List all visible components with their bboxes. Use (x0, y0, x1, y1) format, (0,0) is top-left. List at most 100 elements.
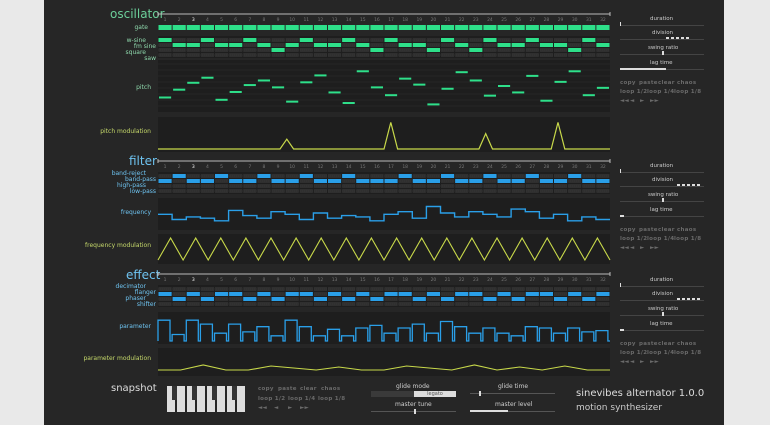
filter-type-cell[interactable] (215, 174, 229, 178)
effect-type-cell[interactable] (596, 302, 610, 306)
osc-type-cell[interactable] (229, 53, 243, 57)
effect-type-cell[interactable] (158, 292, 172, 296)
effect-type-cell[interactable] (200, 302, 214, 306)
effect-type-cell[interactable] (582, 287, 596, 291)
osc-type-cell[interactable] (356, 53, 370, 57)
filter-type-cell[interactable] (356, 179, 370, 183)
effect-type-cell[interactable] (497, 297, 511, 301)
effect-type-cell[interactable] (469, 292, 483, 296)
effect-type-cell[interactable] (172, 287, 186, 291)
osc-type-cell[interactable] (384, 48, 398, 52)
effect-type-cell[interactable] (271, 287, 285, 291)
side-clear-button[interactable]: clear (658, 80, 675, 86)
filter-type-cell[interactable] (172, 189, 186, 193)
osc-type-cell[interactable] (229, 38, 243, 42)
side-paste-button[interactable]: paste (639, 341, 658, 347)
osc-type-cell[interactable] (186, 38, 200, 42)
pitch-step-bar[interactable] (356, 70, 369, 73)
effect-type-cell[interactable] (186, 287, 200, 291)
filter-type-cell[interactable] (285, 184, 299, 188)
filter-type-cell[interactable] (342, 184, 356, 188)
filter-type-cell[interactable] (215, 179, 229, 183)
osc-type-cell[interactable] (328, 38, 342, 42)
osc-gate-cell[interactable] (229, 25, 243, 30)
snap-fastforward-button[interactable]: ►► (300, 405, 309, 411)
osc-gate-cell[interactable] (554, 25, 568, 30)
master-level-fill[interactable] (470, 410, 509, 412)
effect-type-cell[interactable] (313, 287, 327, 291)
side-paste-button[interactable]: paste (639, 80, 658, 86)
osc-type-cell[interactable] (582, 48, 596, 52)
osc-type-cell[interactable] (328, 48, 342, 52)
osc-type-cell[interactable] (200, 43, 214, 47)
pitch-step-bar[interactable] (441, 87, 454, 90)
pitch-step-bar[interactable] (215, 98, 228, 101)
effect-type-cell[interactable] (426, 292, 440, 296)
filter-type-cell[interactable] (285, 179, 299, 183)
duration-marker[interactable] (620, 169, 621, 173)
effect-type-cell[interactable] (426, 302, 440, 306)
osc-type-cell[interactable] (554, 43, 568, 47)
osc-type-cell[interactable] (243, 53, 257, 57)
lag-fill[interactable] (620, 68, 667, 70)
effect-type-cell[interactable] (596, 287, 610, 291)
effect-type-cell[interactable] (412, 292, 426, 296)
osc-type-cell[interactable] (285, 53, 299, 57)
effect-type-cell[interactable] (158, 302, 172, 306)
lag-fill[interactable] (620, 215, 625, 217)
filter-type-cell[interactable] (172, 174, 186, 178)
osc-type-cell[interactable] (582, 53, 596, 57)
osc-gate-cell[interactable] (568, 25, 582, 30)
effect-type-cell[interactable] (511, 287, 525, 291)
duration-marker[interactable] (620, 283, 621, 287)
side-copy-button[interactable]: copy (620, 227, 636, 233)
filter-type-cell[interactable] (186, 184, 200, 188)
duration-track[interactable] (620, 172, 704, 173)
osc-type-cell[interactable] (229, 48, 243, 52)
filter-type-cell[interactable] (356, 184, 370, 188)
effect-type-cell[interactable] (356, 292, 370, 296)
osc-type-cell[interactable] (370, 43, 384, 47)
filter-type-cell[interactable] (271, 189, 285, 193)
filter-type-cell[interactable] (582, 189, 596, 193)
division-dash[interactable] (692, 298, 696, 300)
osc-type-cell[interactable] (441, 53, 455, 57)
filter-type-cell[interactable] (568, 174, 582, 178)
osc-gate-cell[interactable] (384, 25, 398, 30)
pitch-step-bar[interactable] (286, 100, 299, 103)
side-chaos-button[interactable]: chaos (677, 80, 696, 86)
division-dash[interactable] (681, 37, 685, 39)
filter-type-cell[interactable] (299, 189, 313, 193)
effect-type-cell[interactable] (455, 302, 469, 306)
filter-type-cell[interactable] (186, 189, 200, 193)
osc-type-cell[interactable] (200, 38, 214, 42)
pitch-step-bar[interactable] (469, 79, 482, 82)
osc-type-cell[interactable] (299, 38, 313, 42)
glide-option-a[interactable] (371, 391, 413, 397)
division-track[interactable] (620, 186, 704, 187)
osc-type-cell[interactable] (370, 38, 384, 42)
effect-type-cell[interactable] (200, 297, 214, 301)
snap-forward-button[interactable]: ► (288, 405, 293, 411)
effect-type-cell[interactable] (342, 292, 356, 296)
effect-type-cell[interactable] (568, 302, 582, 306)
filter-type-cell[interactable] (596, 174, 610, 178)
filter-type-cell[interactable] (568, 184, 582, 188)
filter-type-cell[interactable] (158, 174, 172, 178)
osc-type-cell[interactable] (271, 43, 285, 47)
glide-mode-selector[interactable]: legato (371, 391, 456, 397)
filter-type-cell[interactable] (215, 189, 229, 193)
filter-type-cell[interactable] (441, 189, 455, 193)
osc-type-cell[interactable] (441, 48, 455, 52)
filter-type-cell[interactable] (229, 184, 243, 188)
osc-type-cell[interactable] (328, 43, 342, 47)
side-loop-half-button[interactable]: loop 1/2 (620, 350, 647, 356)
filter-type-cell[interactable] (172, 184, 186, 188)
effect-type-cell[interactable] (441, 302, 455, 306)
osc-type-cell[interactable] (525, 53, 539, 57)
effect-type-cell[interactable] (356, 302, 370, 306)
osc-type-cell[interactable] (285, 48, 299, 52)
division-dash[interactable] (677, 298, 681, 300)
filter-type-cell[interactable] (426, 184, 440, 188)
effect-type-cell[interactable] (384, 292, 398, 296)
